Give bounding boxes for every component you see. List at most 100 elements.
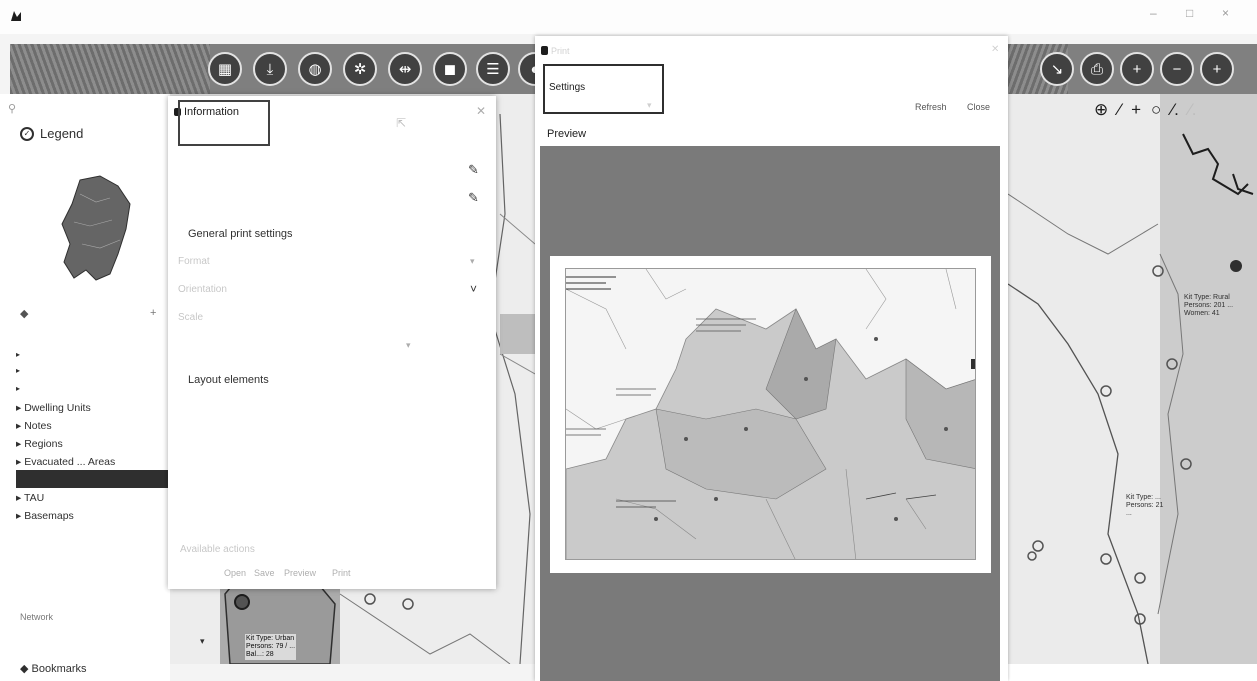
layer-item-tau[interactable]: ▸ TAU xyxy=(16,492,44,504)
close-window-button[interactable]: × xyxy=(1222,6,1229,20)
app-icon xyxy=(11,11,21,21)
caret-icon: ▸ xyxy=(16,384,21,393)
draw-tools: ⊕ ⁄ + ○ ⁄. ⁄. xyxy=(1094,100,1196,120)
layers-icon[interactable]: ◼ xyxy=(433,52,467,86)
preview-area xyxy=(540,146,1000,681)
layer-label: Evacuated ... Areas xyxy=(24,456,116,468)
close-icon[interactable]: ✕ xyxy=(476,104,486,118)
point-tool-icon[interactable]: + xyxy=(1131,100,1141,120)
add-layer-icon[interactable]: + xyxy=(150,307,156,319)
information-dialog: Information ✕ ⇱ ✎ ✎ General print settin… xyxy=(168,96,496,589)
right-toolbar: ↘ ⎙ + − + xyxy=(1008,44,1257,94)
map-canvas-right xyxy=(1008,94,1257,664)
layer-item-notes[interactable]: ▸ Notes xyxy=(16,420,52,432)
popup-line: Persons: 201 ... xyxy=(1184,302,1234,309)
cursor-icon: ⇱ xyxy=(396,116,407,130)
selection-highlight xyxy=(178,100,270,146)
printer-icon[interactable]: ⎙ xyxy=(1080,52,1114,86)
measure-icon[interactable]: ⇹ xyxy=(388,52,422,86)
legend-check-icon: ✓ xyxy=(20,126,34,141)
close-icon[interactable]: ✕ xyxy=(991,44,999,55)
network-heading: Network xyxy=(20,612,54,622)
preview-map xyxy=(565,268,976,560)
line-tool-icon[interactable]: ⁄ xyxy=(1118,100,1121,120)
zoom-in-icon[interactable]: + xyxy=(1120,52,1154,86)
popup-line: Women: 41 xyxy=(1184,310,1220,317)
legend-map-thumbnail xyxy=(61,175,131,281)
popup-line: ... xyxy=(1126,510,1132,517)
popup-line: Kit Type: Rural xyxy=(1184,294,1230,301)
bookmarks-item[interactable]: ◆ Bookmarks xyxy=(20,662,87,675)
general-print-settings-heading: General print settings xyxy=(188,228,293,240)
print-panel-header: Print xyxy=(551,46,570,56)
compass-icon[interactable]: ✲ xyxy=(343,52,377,86)
tool-icon[interactable]: ↘ xyxy=(1040,52,1074,86)
caret-icon: ▸ xyxy=(16,366,21,375)
chevron-down-icon[interactable]: ▾ xyxy=(406,340,411,351)
edit-icon[interactable]: ✎ xyxy=(468,162,479,178)
preview-label: Preview xyxy=(547,128,587,140)
caret-icon: ▸ xyxy=(16,350,21,359)
format-label: Format xyxy=(178,256,210,267)
save-link[interactable]: Save xyxy=(254,568,275,578)
orientation-label: Orientation xyxy=(178,284,227,295)
refresh-button[interactable]: Refresh xyxy=(915,102,947,112)
chevron-down-icon[interactable]: ▾ xyxy=(200,636,205,647)
status-bar xyxy=(1008,664,1257,681)
more-icon[interactable]: ◐ xyxy=(518,52,535,86)
toolbar-texture xyxy=(10,44,210,94)
globe-icon[interactable]: ◍ xyxy=(298,52,332,86)
sidebar: ⚲ + ◆ xyxy=(0,94,170,681)
home-icon[interactable]: + xyxy=(1200,52,1234,86)
available-actions-label: Available actions xyxy=(180,544,255,555)
list-icon[interactable]: ☰ xyxy=(476,52,510,86)
polygon-tool-icon[interactable]: ⁄. xyxy=(1189,100,1197,120)
layout-elements-heading: Layout elements xyxy=(188,374,269,386)
preview-map-canvas xyxy=(566,269,975,559)
map-popup-right: Kit Type: Rural Persons: 201 ... Women: … xyxy=(1184,294,1233,318)
layer-item-regions[interactable]: ▸ Regions xyxy=(16,438,63,450)
map-view-right[interactable]: Kit Type: Rural Persons: 201 ... Women: … xyxy=(1008,94,1257,664)
chevron-down-icon[interactable]: ▾ xyxy=(647,100,652,111)
layer-label: TAU xyxy=(24,492,45,504)
legend-header[interactable]: ✓ Legend xyxy=(20,126,83,141)
minimize-button[interactable]: – xyxy=(1150,6,1157,20)
zoom-out-icon[interactable]: − xyxy=(1160,52,1194,86)
layer-label: Notes xyxy=(24,420,52,432)
edit-icon[interactable]: ✎ xyxy=(468,190,479,206)
chevron-down-icon[interactable]: ˅ xyxy=(470,282,477,296)
open-link[interactable]: Open xyxy=(224,568,246,578)
layer-item-evacuated-areas[interactable]: ▸ Evacuated ... Areas xyxy=(16,456,115,468)
map-popup-right-2: Kit Type: ... Persons: 21 ... xyxy=(1126,494,1163,518)
print-panel-icon xyxy=(541,46,548,55)
zoom-select-icon[interactable]: ⊕ xyxy=(1094,100,1108,120)
layer-label: Dwelling Units xyxy=(24,402,91,414)
print-icon[interactable]: ▦ xyxy=(208,52,242,86)
search-icon: ⚲ xyxy=(8,103,17,115)
maximize-button[interactable]: □ xyxy=(1186,6,1193,20)
popup-line: Bal...: 28 xyxy=(246,651,274,658)
chevron-down-icon[interactable]: ▾ xyxy=(470,256,475,267)
layer-item-selected[interactable] xyxy=(16,470,168,488)
polyline-tool-icon[interactable]: ⁄. xyxy=(1171,100,1179,120)
layer-label: Regions xyxy=(24,438,63,450)
layer-item-dwelling-units[interactable]: ▸ Dwelling Units xyxy=(16,402,91,414)
popup-line: Kit Type: ... xyxy=(1126,494,1161,501)
scale-label: Scale xyxy=(178,312,204,323)
settings-label: Settings xyxy=(549,82,586,93)
layers-toggle-icon[interactable]: ◆ xyxy=(20,307,28,320)
preview-link[interactable]: Preview xyxy=(284,568,316,578)
print-panel: Print ✕ Settings ▾ Refresh Close Preview xyxy=(535,36,1008,681)
preview-sheet xyxy=(550,256,991,573)
layer-item-basemaps[interactable]: ▸ Basemaps xyxy=(16,510,74,522)
title-bar: – □ × xyxy=(0,0,1257,34)
layer-label: Basemaps xyxy=(24,510,74,522)
bookmarks-label: Bookmarks xyxy=(31,663,87,675)
print-link[interactable]: Print xyxy=(332,568,351,578)
circle-tool-icon[interactable]: ○ xyxy=(1151,100,1161,120)
main-toolbar: ▦ ⤓ ◍ ✲ ⇹ ◼ ☰ ◐ xyxy=(10,44,535,94)
popup-line: Persons: 79 / ... xyxy=(246,643,296,650)
popup-line: Kit Type: Urban xyxy=(246,635,295,642)
close-button[interactable]: Close xyxy=(967,102,990,112)
download-icon[interactable]: ⤓ xyxy=(253,52,287,86)
